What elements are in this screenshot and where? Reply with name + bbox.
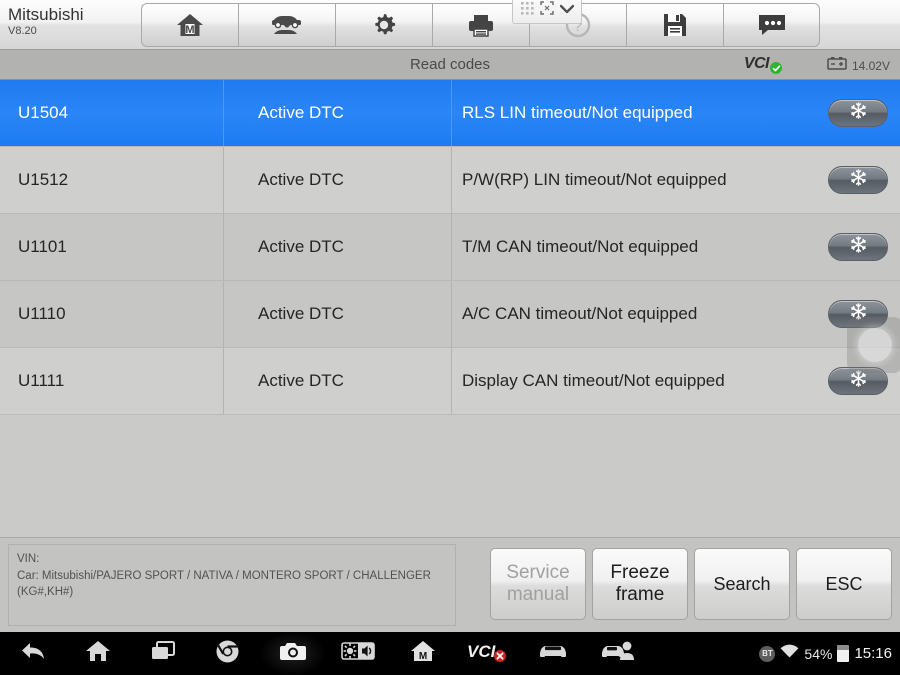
dtc-code: U1504 [0,80,224,146]
home-m-icon: M [175,12,205,38]
toolbar-button-group: M ? [141,3,820,47]
toolbar-save-button[interactable] [626,3,723,47]
battery-icon [837,645,850,662]
recents-icon [149,640,177,667]
chat-icon [756,12,788,38]
dtc-status: Active DTC [224,80,452,146]
app-m-icon: M [410,639,436,668]
dtc-code: U1110 [0,281,224,347]
car-icon [536,641,570,666]
bottom-panel: VIN: Car: Mitsubishi/PAJERO SPORT / NATI… [0,537,900,632]
car-service-icon [600,640,636,667]
wifi-icon [780,644,799,664]
svg-text:M: M [418,651,426,662]
dtc-table: U1504 Active DTC RLS LIN timeout/Not equ… [0,80,900,537]
svg-text:M: M [185,24,194,36]
floating-assist-button[interactable] [847,317,900,373]
table-row[interactable]: U1111 Active DTC Display CAN timeout/Not… [0,348,900,415]
dtc-status: Active DTC [224,281,452,347]
snowflake-icon [850,169,867,191]
bluetooth-badge-icon: BT [759,645,776,662]
battery-percent: 54% [804,645,833,662]
assist-inner-circle [858,328,892,362]
vci-status-indicator: VCI [743,55,782,74]
nav-app-m-button[interactable]: M [390,632,455,675]
table-row[interactable]: U1101 Active DTC T/M CAN timeout/Not equ… [0,214,900,281]
svg-text:VCI: VCI [467,642,497,661]
nav-screenshot-button[interactable] [260,632,325,675]
chevron-down-icon[interactable] [559,2,575,20]
page-title-bar: Read codes VCI 14.02V [0,50,900,80]
brand-name: Mitsubishi [8,5,84,24]
save-icon [662,12,688,38]
car-model-line2: (KG#,KH#) [17,586,74,599]
vci-disconnected-icon: VCI [465,639,511,668]
nav-vehicle-service-button[interactable] [585,632,650,675]
dtc-status: Active DTC [224,214,452,280]
brand-block: Mitsubishi V8.20 [8,6,136,37]
grid-icon[interactable] [520,1,535,21]
snowflake-icon [850,370,867,392]
battery-voltage-icon [827,56,847,75]
nav-brightness-volume-button[interactable] [325,632,390,675]
vin-label: VIN: [17,553,40,565]
search-button[interactable]: Search [694,548,790,620]
voltage-indicator: 14.02V [827,56,890,75]
table-row[interactable]: U1110 Active DTC A/C CAN timeout/Not equ… [0,281,900,348]
home-icon [85,639,111,668]
toolbar-home-button[interactable]: M [141,3,238,47]
nav-home-button[interactable] [65,632,130,675]
dtc-code: U1101 [0,214,224,280]
row-freeze-frame-button[interactable] [828,233,888,261]
vehicle-swap-icon [270,12,304,38]
brand-version: V8.20 [8,24,37,37]
vehicle-info-box: VIN: Car: Mitsubishi/PAJERO SPORT / NATI… [8,544,456,626]
snowflake-icon [850,102,867,124]
nav-back-button[interactable] [0,632,65,675]
car-model-line1: Car: Mitsubishi/PAJERO SPORT / NATIVA / … [17,569,431,582]
action-button-row: Service manual Freeze frame Search ESC [490,548,892,620]
status-indicators: BT 54% 15:16 [759,632,892,675]
table-row[interactable]: U1504 Active DTC RLS LIN timeout/Not equ… [0,80,900,147]
camera-icon [278,640,308,667]
dtc-status: Active DTC [224,147,452,213]
toolbar-settings-button[interactable] [335,3,432,47]
row-freeze-frame-button[interactable] [828,99,888,127]
dtc-status: Active DTC [224,348,452,414]
voltage-value: 14.02V [851,58,890,73]
toolbar-feedback-button[interactable] [723,3,820,47]
chrome-icon [215,639,240,669]
dtc-code: U1512 [0,147,224,213]
printer-icon [466,12,496,38]
nav-vehicle-button[interactable] [520,632,585,675]
service-manual-button[interactable]: Service manual [490,548,586,620]
table-row[interactable]: U1512 Active DTC P/W(RP) LIN timeout/Not… [0,147,900,214]
dtc-code: U1111 [0,348,224,414]
floating-view-controls[interactable] [512,0,582,24]
expand-icon[interactable] [539,1,554,20]
gear-icon [370,11,398,39]
vci-label: VCI [743,55,770,72]
esc-button[interactable]: ESC [796,548,892,620]
nav-vci-button[interactable]: VCI [455,632,520,675]
freeze-frame-button[interactable]: Freeze frame [592,548,688,620]
back-icon [20,640,46,667]
android-navigation-bar: M VCI BT 54% 15:16 [0,632,900,675]
nav-recents-button[interactable] [130,632,195,675]
top-toolbar: Mitsubishi V8.20 M ? [0,0,900,50]
row-freeze-frame-button[interactable] [828,166,888,194]
brightness-volume-icon [340,640,375,667]
clock: 15:16 [854,645,892,662]
nav-chrome-button[interactable] [195,632,260,675]
diagnostic-app-window: Mitsubishi V8.20 M ? Read codes VCI 14.0… [0,0,900,675]
toolbar-vehicle-button[interactable] [238,3,335,47]
snowflake-icon [850,236,867,258]
vci-connected-check-icon [770,62,782,74]
table-empty-area [0,415,900,535]
